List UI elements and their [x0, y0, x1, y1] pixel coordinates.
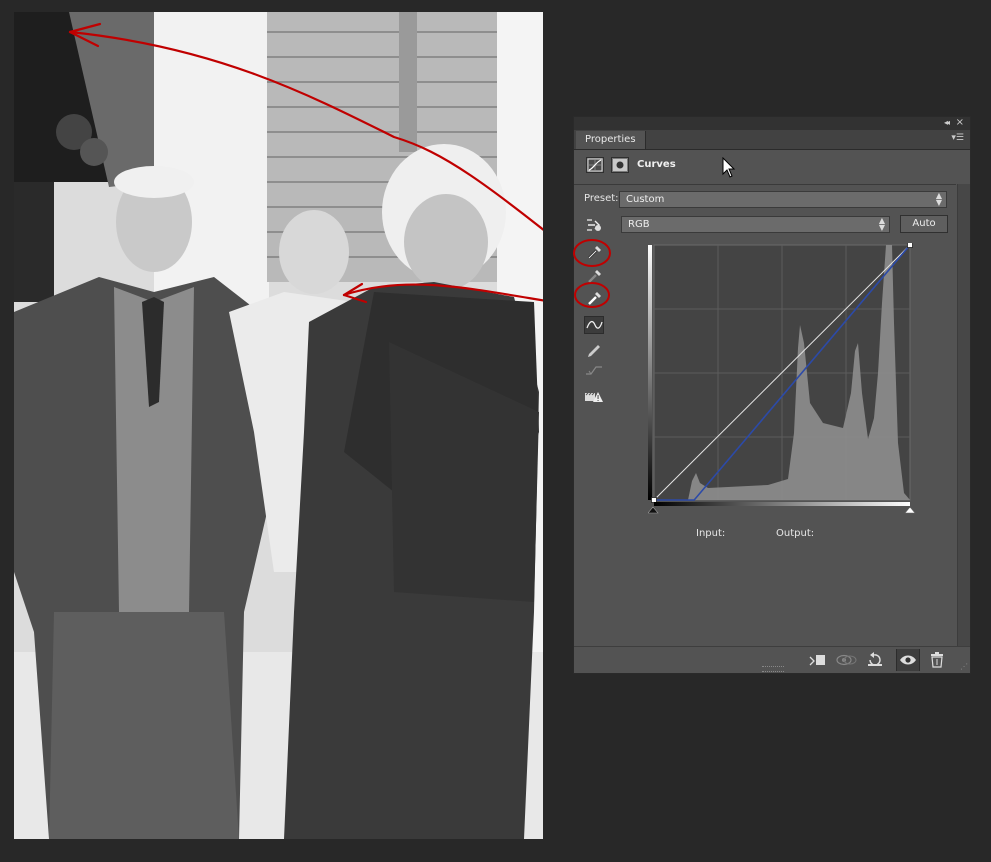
preset-select[interactable]: Custom ▲ ▼ — [619, 191, 947, 208]
panel-menu-icon[interactable]: ▾☰ — [951, 133, 964, 143]
panel-drag-grip[interactable] — [762, 666, 784, 672]
view-previous-state-icon[interactable] — [836, 652, 857, 668]
clip-to-layer-icon[interactable] — [808, 652, 826, 668]
chevron-updown-icon: ▲ ▼ — [878, 216, 885, 232]
panel-scrollbar[interactable] — [957, 184, 970, 646]
channel-select[interactable]: RGB ▲ ▼ — [621, 216, 890, 233]
auto-button[interactable]: Auto — [900, 215, 948, 233]
curves-graph[interactable] — [647, 242, 916, 517]
output-label: Output: — [776, 528, 815, 539]
chevron-updown-icon: ▲ ▼ — [935, 191, 942, 207]
channel-select-value: RGB — [628, 219, 650, 230]
visibility-toggle-button[interactable] — [896, 649, 920, 671]
close-panel-icon[interactable]: × — [956, 117, 964, 128]
mouse-cursor-icon — [722, 157, 736, 178]
photo-canvas[interactable] — [14, 12, 543, 839]
visibility-eye-icon — [900, 655, 916, 665]
targeted-adjustment-icon[interactable] — [584, 216, 604, 234]
input-gradient-bar — [654, 502, 910, 506]
adjustment-header: Curves — [574, 150, 956, 184]
edit-points-curve-icon[interactable] — [584, 316, 604, 334]
smooth-curve-icon[interactable] — [584, 362, 604, 380]
input-black-slider — [647, 506, 659, 514]
curve-point-white — [907, 242, 913, 248]
panel-title-bar[interactable] — [574, 117, 970, 130]
output-gradient-bar — [648, 245, 652, 500]
preset-select-value: Custom — [626, 194, 665, 205]
input-white-slider — [904, 506, 916, 514]
curve-point-black — [651, 497, 657, 503]
photo-image — [14, 12, 543, 839]
adjustment-title: Curves — [637, 159, 676, 170]
input-label: Input: — [696, 528, 726, 539]
resize-grip-icon[interactable]: ⋰ — [960, 662, 968, 671]
preset-label: Preset: — [584, 193, 619, 204]
collapse-panel-icon[interactable]: ◂◂ — [944, 118, 950, 127]
tab-properties[interactable]: Properties — [576, 131, 646, 149]
draw-pencil-icon[interactable] — [584, 340, 604, 358]
annotation-circles — [573, 239, 611, 308]
layer-mask-icon[interactable] — [611, 157, 629, 173]
reset-icon[interactable] — [866, 652, 884, 668]
delete-icon[interactable] — [928, 652, 946, 668]
properties-panel: ◂◂ × Properties ▾☰ Curves Preset: Custom… — [573, 116, 971, 674]
clipping-warning-icon[interactable] — [584, 387, 604, 405]
curves-adjustment-icon[interactable] — [586, 157, 604, 173]
